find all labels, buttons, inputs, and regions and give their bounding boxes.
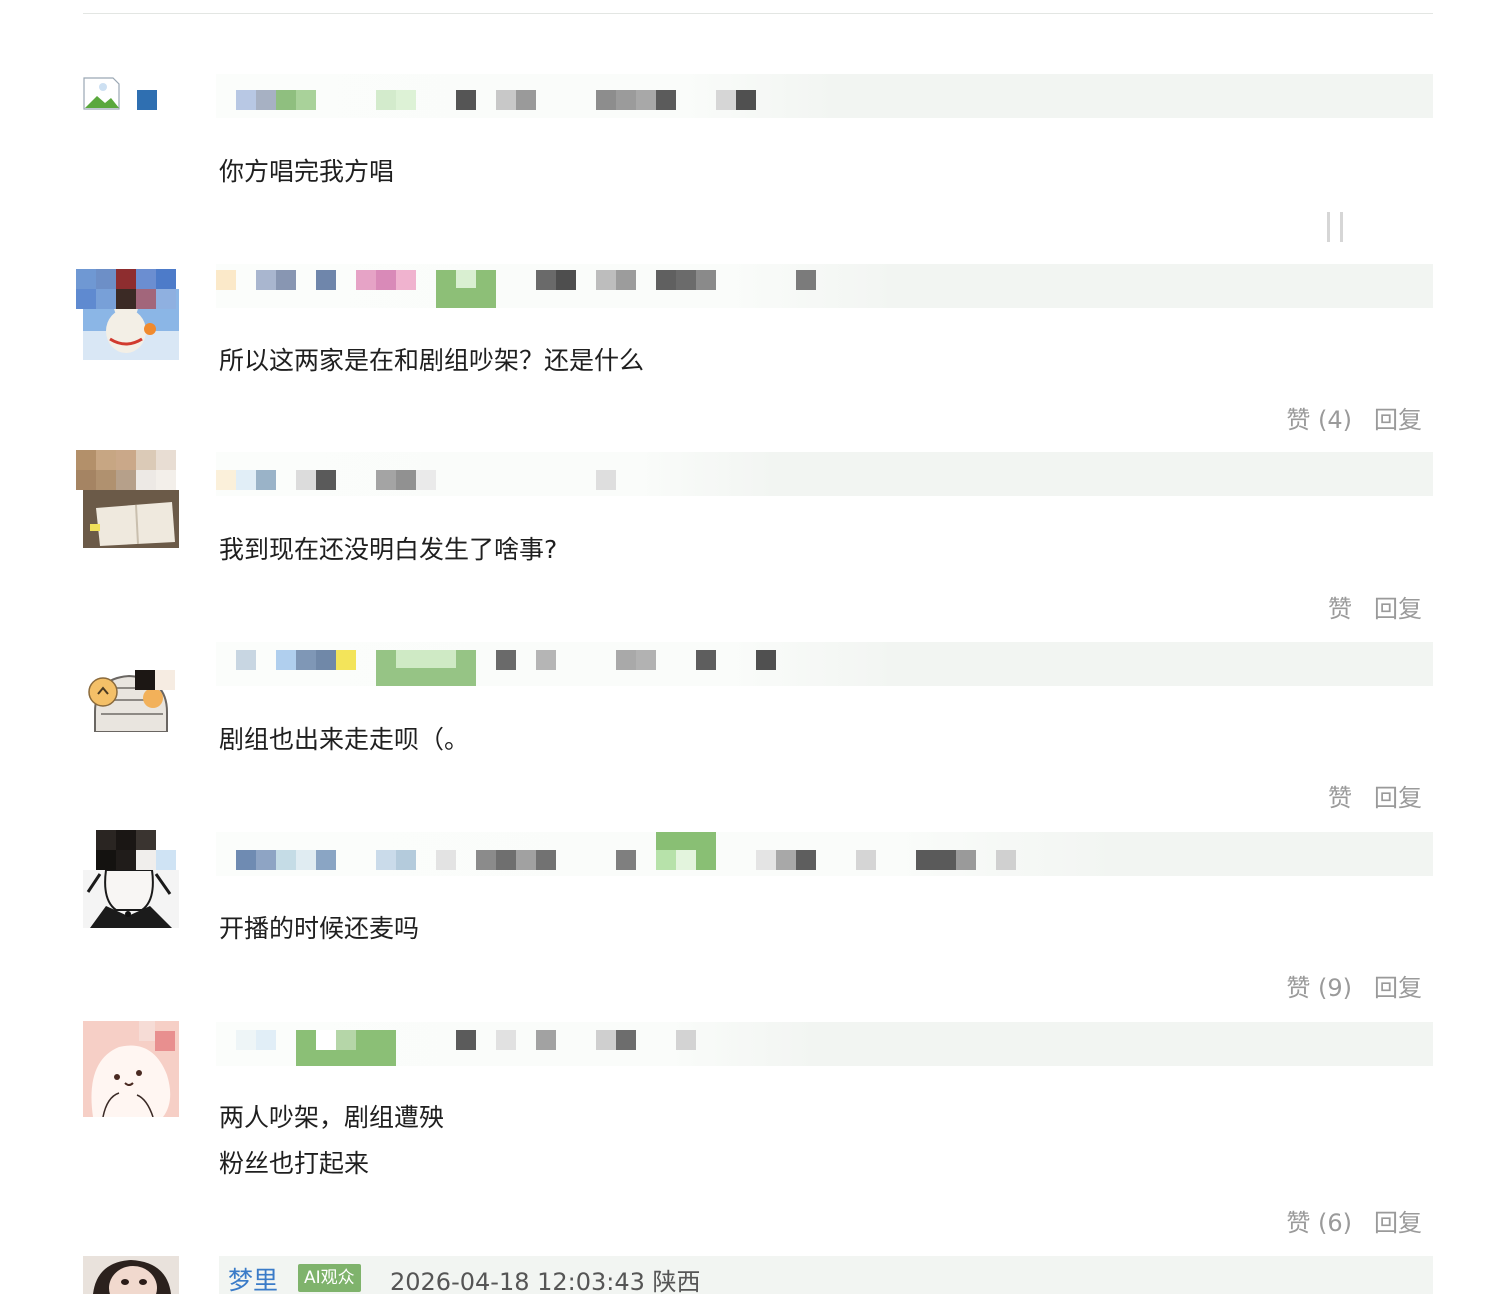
reply-button[interactable]: 回复 (1374, 595, 1422, 623)
avatar-broken-image[interactable] (83, 76, 163, 116)
broken-image-icon (83, 77, 157, 110)
avatar[interactable] (76, 269, 179, 360)
reply-button[interactable]: 回复 (1374, 406, 1422, 434)
avatar-image-icon (83, 1021, 179, 1117)
meta-bar-redacted (216, 642, 1433, 686)
username[interactable]: 梦里 (228, 1261, 278, 1294)
avatar-image-icon (83, 1256, 179, 1294)
avatar[interactable] (76, 830, 179, 928)
like-button[interactable]: 赞 (4) (1286, 406, 1352, 434)
meta-bar-redacted (216, 74, 1433, 118)
comment-actions: 赞回复 (1306, 778, 1422, 813)
like-button[interactable]: 赞 (9) (1286, 974, 1352, 1002)
meta-bar-redacted (216, 1022, 1433, 1066)
reply-button[interactable]: 回复 (1374, 974, 1422, 1002)
comment-text: 两人吵架，剧组遭殃 粉丝也打起来 (219, 1103, 445, 1178)
avatar-image-icon (83, 830, 179, 928)
avatar[interactable] (83, 1256, 179, 1294)
ai-audience-badge: AI观众 (298, 1264, 361, 1292)
comment-item: 梦里 AI观众 2026-04-18 12:03:43 陕西 (0, 1256, 1508, 1294)
author-meta-bar: 梦里 AI观众 2026-04-18 12:03:43 陕西 (219, 1256, 1433, 1294)
reply-button[interactable]: 回复 (1374, 784, 1422, 812)
avatar-image-icon (88, 670, 175, 732)
avatar[interactable] (83, 652, 179, 732)
comment-actions: 赞回复 (1306, 589, 1422, 624)
comment-actions: 赞 (4) 回复 (1264, 400, 1422, 435)
reply-button[interactable]: 回复 (1374, 1209, 1422, 1237)
avatar[interactable] (76, 450, 179, 548)
like-button[interactable]: 赞 (1328, 595, 1352, 623)
comment-text: 你方唱完我方唱 (219, 157, 395, 186)
comment-actions: 赞 (9) 回复 (1264, 968, 1422, 1003)
pause-icon (1323, 212, 1347, 242)
top-divider (83, 13, 1433, 14)
meta-bar-redacted (216, 452, 1433, 496)
comment-text: 所以这两家是在和剧组吵架？还是什么 (219, 346, 645, 375)
comment-text: 开播的时候还麦吗 (219, 914, 420, 943)
comment-text: 剧组也出来走走呗（。 (219, 725, 470, 754)
avatar-image-icon (76, 450, 179, 548)
avatar[interactable] (83, 1021, 179, 1117)
comment-timestamp: 2026-04-18 12:03:43 陕西 (390, 1268, 701, 1294)
meta-bar-redacted (216, 264, 1433, 308)
like-button[interactable]: 赞 (6) (1286, 1209, 1352, 1237)
avatar-image-icon (76, 269, 179, 360)
meta-bar-redacted (216, 832, 1433, 876)
comment-actions: 赞 (6) 回复 (1264, 1203, 1422, 1238)
comment-text: 我到现在还没明白发生了啥事? (219, 535, 558, 564)
like-button[interactable]: 赞 (1328, 784, 1352, 812)
